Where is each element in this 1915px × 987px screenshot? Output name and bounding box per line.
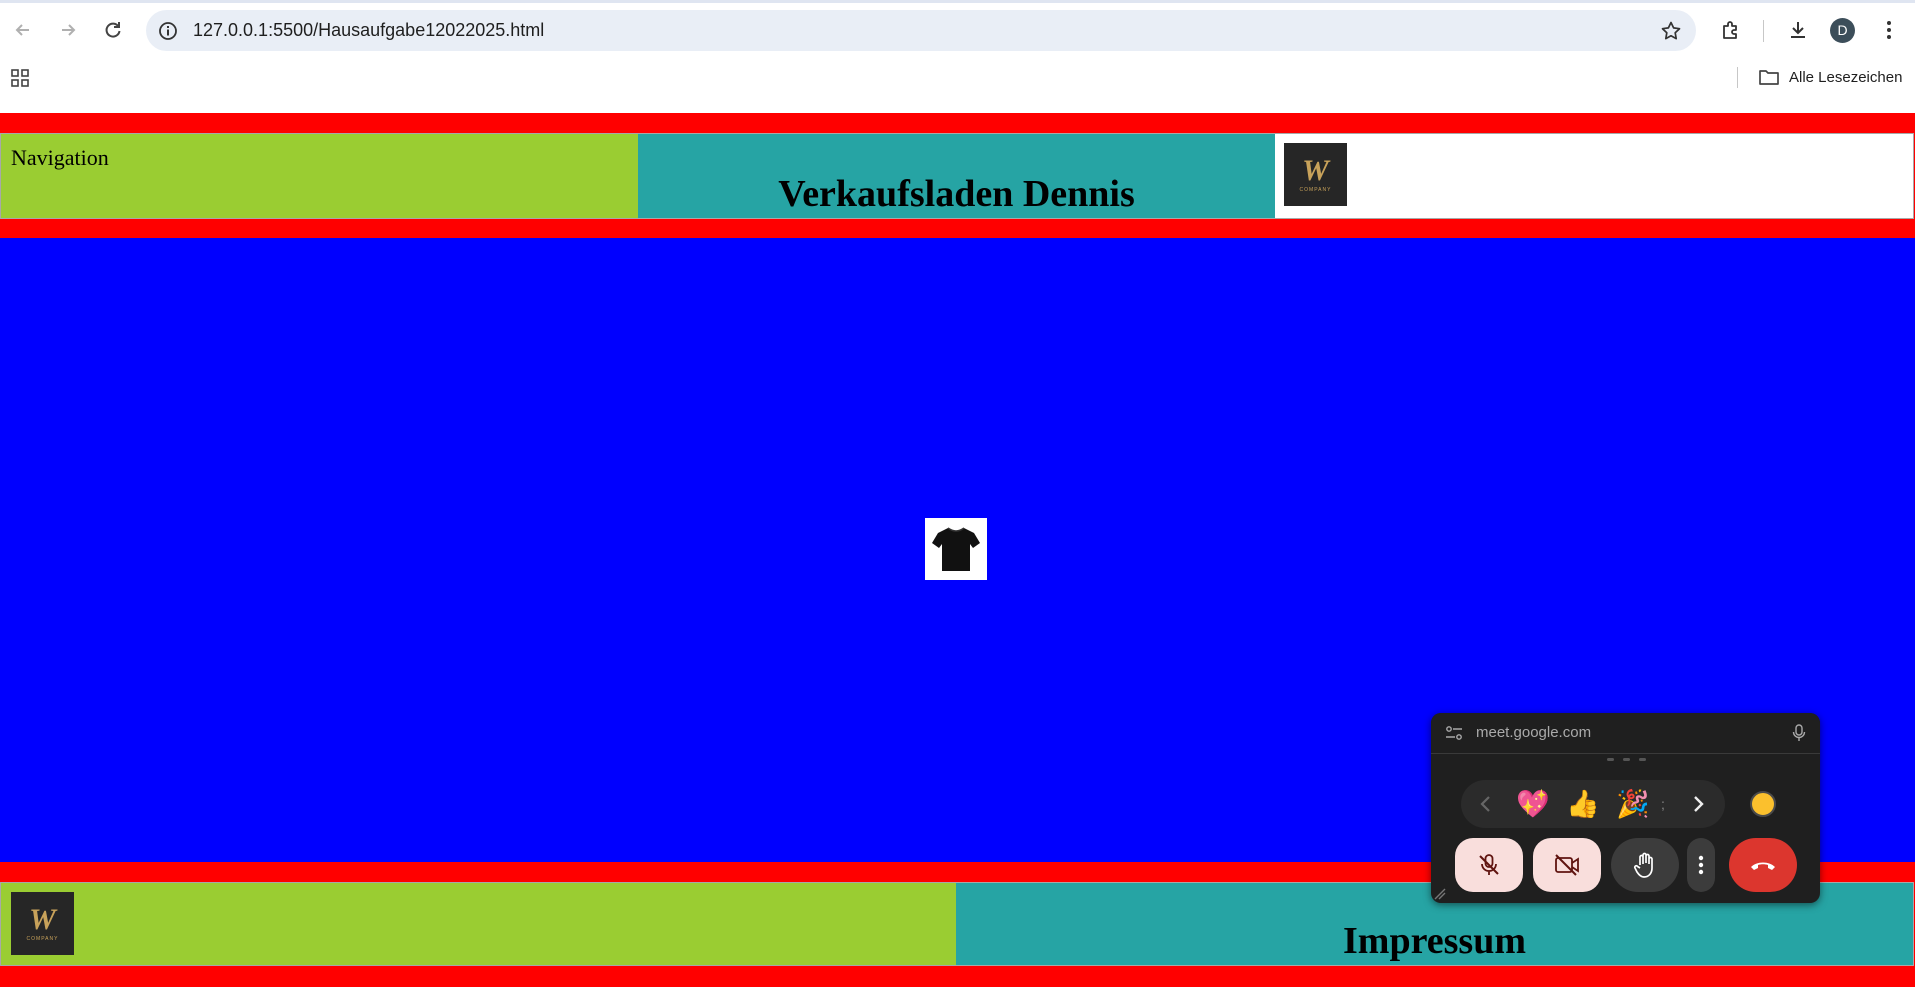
download-icon xyxy=(1791,22,1805,38)
tshirt-icon xyxy=(932,527,980,571)
reaction-overflow-hint: ; xyxy=(1661,796,1665,812)
bookmark-star-icon[interactable] xyxy=(1659,19,1682,42)
navigation-cell: Navigation xyxy=(1,134,638,218)
url-text[interactable]: 127.0.0.1:5500/Hausaufgabe12022025.html xyxy=(193,10,544,51)
kebab-menu-icon xyxy=(1887,21,1891,39)
company-logo: W COMPANY xyxy=(1284,143,1347,206)
more-options-button[interactable] xyxy=(1687,838,1715,892)
page-title: Verkaufsladen Dennis xyxy=(778,173,1135,215)
reaction-sparkling-heart[interactable]: 💖 xyxy=(1513,780,1553,828)
meet-pip-window[interactable]: meet.google.com 💖 👍 🎉 ; xyxy=(1431,713,1820,903)
reload-icon xyxy=(105,22,121,38)
all-bookmarks-button[interactable]: Alle Lesezeichen xyxy=(1758,64,1902,90)
footer-title: Impressum xyxy=(1343,920,1526,962)
resize-handle-icon[interactable] xyxy=(1433,887,1447,901)
footer-company-logo: W COMPANY xyxy=(11,892,74,955)
profile-avatar[interactable]: D xyxy=(1830,18,1855,43)
reaction-skin-tone-button[interactable] xyxy=(1750,791,1776,817)
mic-off-icon xyxy=(1479,854,1499,875)
apps-grid-icon[interactable] xyxy=(8,66,32,90)
pip-title-bar[interactable]: meet.google.com xyxy=(1431,713,1820,754)
reaction-thumbs-up[interactable]: 👍 xyxy=(1563,780,1603,828)
logo-cell: W COMPANY xyxy=(1275,134,1913,218)
all-bookmarks-label: Alle Lesezeichen xyxy=(1789,68,1903,86)
footer-logo-mark: W xyxy=(29,903,56,936)
header-row: Navigation Verkaufsladen Dennis W COMPAN… xyxy=(0,133,1914,219)
extensions-button[interactable] xyxy=(1714,13,1748,47)
more-vert-icon xyxy=(1698,855,1704,875)
chevron-right-icon[interactable] xyxy=(1683,780,1713,828)
bookmarks-bar xyxy=(0,62,1915,113)
tab-strip-edge xyxy=(0,0,1915,3)
hang-up-icon xyxy=(1751,862,1775,870)
toolbar-divider xyxy=(1763,20,1764,42)
browser-menu-button[interactable] xyxy=(1872,13,1906,47)
footer-logo-word: COMPANY xyxy=(26,936,59,942)
puzzle-icon xyxy=(1723,21,1737,39)
site-settings-icon[interactable] xyxy=(1445,724,1463,742)
leave-call-button[interactable] xyxy=(1729,838,1797,892)
tshirt-image xyxy=(925,518,987,580)
chevron-left-icon[interactable] xyxy=(1471,780,1501,828)
drag-handle[interactable] xyxy=(1607,758,1646,761)
navigation-label: Navigation xyxy=(11,145,109,170)
title-cell: Verkaufsladen Dennis xyxy=(638,134,1275,218)
raise-hand-icon xyxy=(1633,852,1653,878)
back-button[interactable] xyxy=(6,13,40,47)
mic-toggle-button[interactable] xyxy=(1455,838,1523,892)
raise-hand-button[interactable] xyxy=(1611,838,1679,892)
logo-word: COMPANY xyxy=(1299,187,1332,193)
reaction-party-popper[interactable]: 🎉 xyxy=(1613,780,1653,828)
arrow-right-icon xyxy=(62,24,76,36)
forward-button[interactable] xyxy=(51,13,85,47)
bookmarks-divider xyxy=(1737,67,1738,88)
downloads-button[interactable] xyxy=(1781,13,1815,47)
pip-domain: meet.google.com xyxy=(1476,724,1592,741)
logo-mark: W xyxy=(1302,154,1329,187)
footer-logo-cell: W COMPANY xyxy=(1,883,956,965)
camera-toggle-button[interactable] xyxy=(1533,838,1601,892)
address-bar[interactable]: 127.0.0.1:5500/Hausaufgabe12022025.html xyxy=(146,10,1696,51)
reactions-bar: 💖 👍 🎉 ; xyxy=(1461,780,1725,828)
folder-icon xyxy=(1759,70,1779,85)
microphone-indicator-icon xyxy=(1790,723,1808,743)
arrow-left-icon xyxy=(15,24,29,36)
site-info-icon[interactable] xyxy=(156,19,179,42)
reload-button[interactable] xyxy=(96,13,130,47)
page-header: Navigation Verkaufsladen Dennis W COMPAN… xyxy=(0,113,1915,238)
camera-off-icon xyxy=(1555,854,1579,876)
